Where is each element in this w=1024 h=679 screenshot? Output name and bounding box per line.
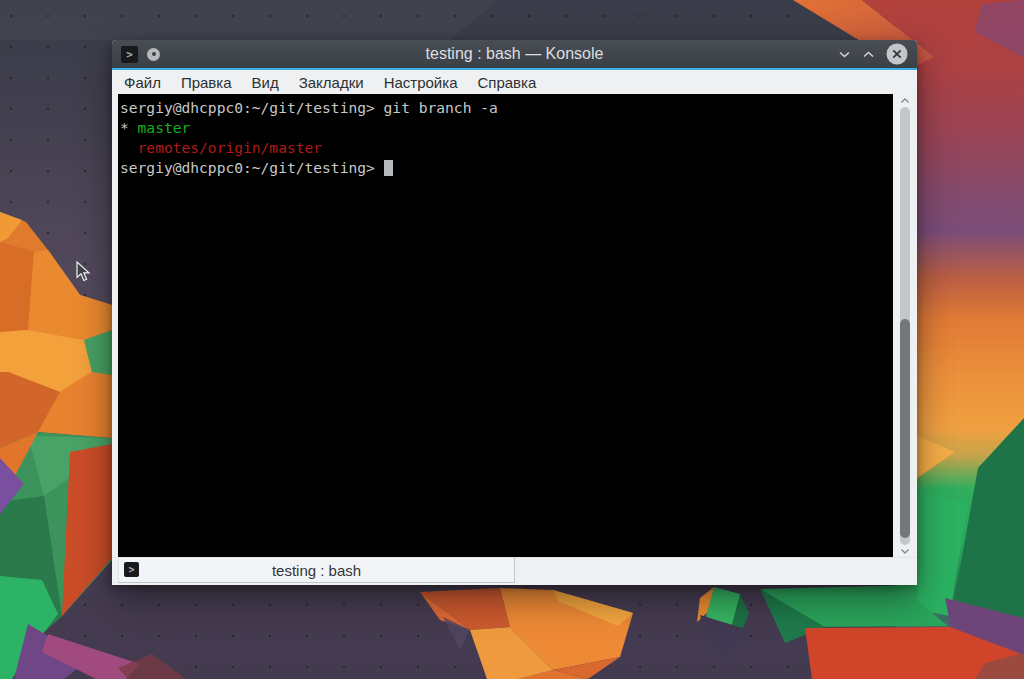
menu-edit[interactable]: Правка	[171, 74, 242, 91]
terminal-line: remotes/origin/master	[120, 138, 893, 158]
menu-bookmarks[interactable]: Закладки	[289, 74, 374, 91]
scroll-down-icon[interactable]	[900, 548, 910, 555]
menu-file[interactable]: Файл	[114, 74, 171, 91]
menu-help[interactable]: Справка	[467, 74, 546, 91]
mouse-cursor	[76, 261, 92, 287]
minimize-button[interactable]	[838, 50, 851, 59]
terminal-line: sergiy@dhcppc0:~/git/testing>	[120, 158, 893, 178]
scrollbar-thumb[interactable]	[900, 319, 910, 538]
scrollbar[interactable]	[893, 94, 917, 557]
title-bar[interactable]: > testing : bash — Konsole	[112, 40, 917, 68]
scrollbar-track[interactable]	[900, 107, 910, 545]
terminal-view[interactable]: sergiy@dhcppc0:~/git/testing> git branch…	[118, 94, 893, 557]
terminal-line: * master	[120, 118, 893, 138]
scroll-up-icon[interactable]	[900, 97, 910, 104]
close-button[interactable]	[886, 43, 908, 65]
menu-settings[interactable]: Настройка	[374, 74, 468, 91]
tab-terminal-icon: >	[124, 562, 139, 577]
menu-bar: Файл Правка Вид Закладки Настройка Справ…	[112, 70, 917, 94]
konsole-window: > testing : bash — Konsole Файл Правка В…	[112, 40, 917, 585]
menu-view[interactable]: Вид	[242, 74, 289, 91]
tab-bar: > testing : bash	[112, 557, 917, 583]
terminal-line: sergiy@dhcppc0:~/git/testing> git branch…	[120, 98, 893, 118]
tab-testing-bash[interactable]: > testing : bash	[118, 558, 515, 583]
maximize-button[interactable]	[862, 50, 875, 59]
tab-label: testing : bash	[272, 562, 361, 579]
window-title: testing : bash — Konsole	[112, 45, 917, 63]
terminal-cursor	[384, 160, 393, 176]
